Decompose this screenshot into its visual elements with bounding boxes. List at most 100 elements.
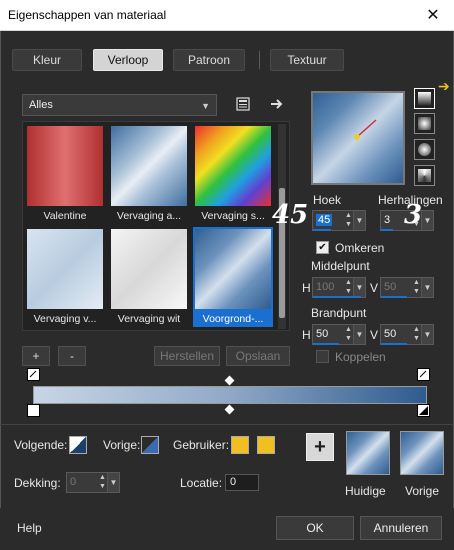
gradient-item-voorgrond[interactable]: Voorgrond-...: [193, 227, 273, 327]
center-v-slider[interactable]: [381, 296, 407, 298]
gradient-item-label: Vervaging a...: [116, 210, 182, 222]
gradient-item-vervaging-wit[interactable]: Vervaging wit: [109, 227, 189, 327]
tab-kleur[interactable]: Kleur: [12, 49, 82, 71]
focal-h-slider[interactable]: [313, 343, 339, 345]
user-color-chip-1[interactable]: [231, 436, 249, 454]
radial-gradient-button[interactable]: [414, 165, 435, 186]
gradient-item-vervaging-a[interactable]: Vervaging a...: [109, 124, 189, 224]
user-color-chip-2[interactable]: [257, 436, 275, 454]
linear-gradient-button[interactable]: [414, 88, 435, 109]
link-checkbox[interactable]: [316, 350, 329, 363]
location-label: Locatie:: [180, 476, 223, 490]
title-bar: Eigenschappen van materiaal ✕: [0, 0, 454, 31]
user-label: Gebruiker:: [173, 438, 230, 452]
focal-v-value: 50: [384, 328, 397, 340]
focal-v-label: V: [370, 328, 379, 342]
gradient-item-vervaging-v[interactable]: Vervaging v...: [25, 227, 105, 327]
color-stop-right[interactable]: [417, 404, 430, 417]
focal-v-spinbox[interactable]: 50 ▲ ▼ ▼: [380, 324, 434, 345]
focal-v-slider[interactable]: [381, 343, 407, 345]
tab-verloop[interactable]: Verloop: [93, 49, 163, 71]
sunburst-gradient-button[interactable]: [414, 139, 435, 160]
category-dropdown[interactable]: Alles ▼: [22, 94, 217, 116]
focal-label: Brandpunt: [311, 306, 367, 320]
add-swatch-button[interactable]: +: [306, 433, 334, 461]
chevron-down-icon[interactable]: ▼: [353, 325, 365, 344]
link-label: Koppelen: [335, 350, 386, 364]
current-label: Huidige: [345, 484, 386, 498]
category-value: Alles: [29, 99, 53, 111]
add-stop-button[interactable]: +: [22, 346, 50, 366]
chevron-down-icon[interactable]: ▼: [421, 278, 433, 297]
location-field[interactable]: 0: [225, 474, 259, 491]
angle-label: Hoek: [313, 193, 342, 207]
prev-color-chip[interactable]: [141, 436, 159, 454]
focal-h-value: 50: [316, 328, 329, 340]
opacity-spinbox[interactable]: 0 ▲ ▼ ▼: [66, 472, 120, 493]
rectangular-icon: [418, 117, 431, 130]
next-label: Volgende:: [14, 438, 68, 452]
sunburst-icon: [418, 143, 431, 156]
gradient-item-valentine[interactable]: Valentine: [25, 124, 105, 224]
gradient-item-vervaging-s[interactable]: Vervaging s...: [193, 124, 273, 224]
angle-spinbox[interactable]: 45 ▲ ▼ ▼: [312, 210, 366, 231]
pointer-icon: ➔: [438, 78, 450, 94]
arrow-right-icon[interactable]: [266, 93, 288, 115]
gradient-item-label: Vervaging s...: [201, 210, 265, 222]
chevron-down-icon[interactable]: ▼: [107, 473, 119, 492]
repeats-annotation: 3: [404, 200, 423, 230]
invert-checkbox[interactable]: ✔: [316, 241, 329, 254]
repeats-slider[interactable]: [381, 229, 393, 231]
chevron-down-icon[interactable]: ▼: [353, 211, 365, 230]
close-icon[interactable]: ✕: [420, 3, 446, 27]
focal-h-label: H: [302, 328, 311, 342]
gradient-preview[interactable]: [311, 91, 405, 185]
current-gradient-swatch[interactable]: [346, 431, 390, 475]
tab-patroon[interactable]: Patroon: [173, 49, 245, 71]
remove-stop-button[interactable]: -: [58, 346, 86, 366]
radial-icon: [418, 169, 431, 182]
center-h-slider[interactable]: [313, 296, 361, 298]
angle-slider[interactable]: [313, 229, 331, 231]
next-color-chip[interactable]: [69, 436, 87, 454]
invert-label: Omkeren: [335, 241, 385, 255]
rectangular-gradient-button[interactable]: [414, 113, 435, 134]
chevron-down-icon: ▼: [201, 101, 210, 111]
gradient-swatch: [27, 126, 103, 206]
center-v-spinbox[interactable]: 50 ▲ ▼ ▼: [380, 277, 434, 298]
save-button[interactable]: Opslaan: [226, 346, 290, 366]
divider: [0, 424, 454, 425]
previous-label: Vorige: [405, 484, 440, 498]
tab-separator: [259, 51, 260, 69]
gradient-list-icon[interactable]: [232, 93, 254, 115]
angle-value: 45: [316, 214, 333, 226]
chevron-down-icon[interactable]: ▼: [421, 325, 433, 344]
center-h-spinbox[interactable]: 100 ▲ ▼ ▼: [312, 277, 366, 298]
transparency-stop-right[interactable]: [417, 368, 430, 381]
previous-gradient-swatch[interactable]: [400, 431, 444, 475]
cancel-button[interactable]: Annuleren: [360, 516, 442, 540]
gradient-swatch: [195, 126, 271, 206]
gradient-swatch: [111, 126, 187, 206]
center-h-value: 100: [316, 281, 335, 293]
transparency-stop-left[interactable]: [27, 368, 40, 381]
gradient-bar[interactable]: [33, 386, 427, 404]
gradient-item-label: Valentine: [43, 210, 87, 222]
chevron-down-icon[interactable]: ▼: [353, 278, 365, 297]
window-title: Eigenschappen van materiaal: [8, 8, 167, 22]
gradient-swatch: [111, 229, 187, 309]
gradient-item-label: Vervaging wit: [117, 313, 181, 325]
help-link[interactable]: Help: [17, 521, 42, 535]
gradient-swatch: [195, 229, 271, 309]
opacity-value: 0: [70, 476, 77, 488]
tab-textuur[interactable]: Textuur: [270, 49, 344, 71]
center-v-value: 50: [384, 281, 397, 293]
ok-button[interactable]: OK: [276, 516, 354, 540]
reset-button[interactable]: Herstellen: [154, 346, 220, 366]
gradient-item-label: Voorgrond-...: [202, 313, 264, 325]
color-stop-left[interactable]: [27, 404, 40, 417]
chevron-down-icon[interactable]: ▼: [421, 211, 433, 230]
repeats-value: 3: [384, 214, 391, 226]
opacity-label: Dekking:: [14, 476, 61, 490]
focal-h-spinbox[interactable]: 50 ▲ ▼ ▼: [312, 324, 366, 345]
